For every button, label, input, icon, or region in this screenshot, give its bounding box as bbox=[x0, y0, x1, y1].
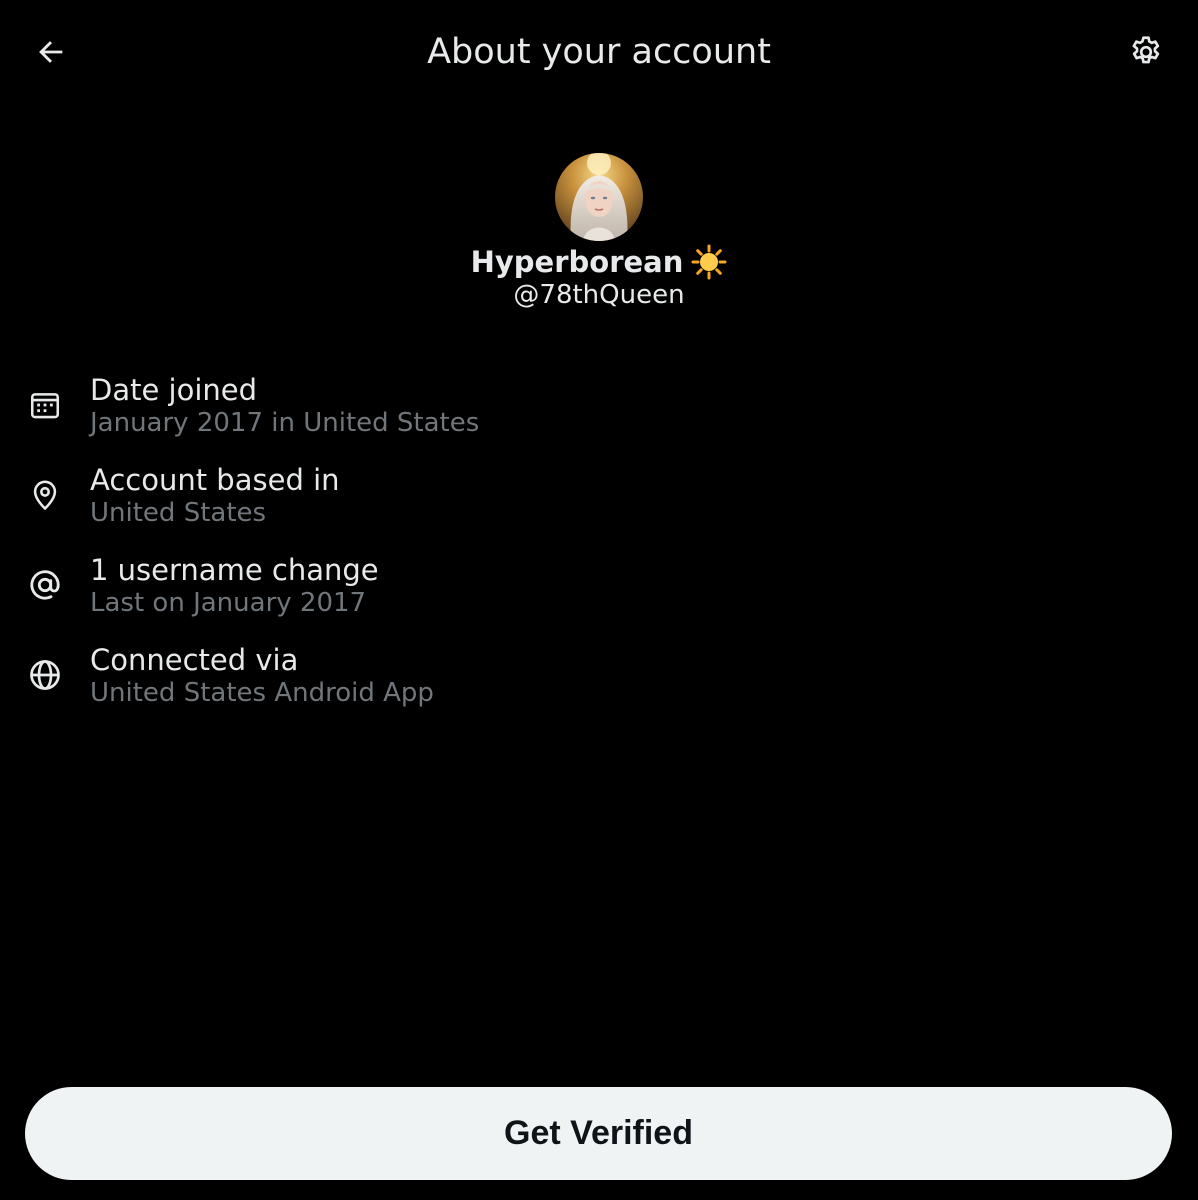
display-name-row: Hyperborean bbox=[0, 243, 1198, 281]
info-row-date-joined: Date joined January 2017 in United State… bbox=[0, 370, 1198, 460]
location-pin-icon bbox=[33, 480, 57, 511]
settings-button[interactable] bbox=[1120, 28, 1172, 76]
info-subtitle: United States Android App bbox=[90, 678, 434, 708]
info-title: 1 username change bbox=[90, 553, 379, 587]
info-subtitle: United States bbox=[90, 498, 267, 528]
get-verified-label: Get Verified bbox=[504, 1114, 693, 1152]
info-title: Date joined bbox=[90, 373, 258, 407]
calendar-icon bbox=[30, 393, 60, 419]
globe-icon bbox=[30, 660, 60, 690]
info-subtitle: Last on January 2017 bbox=[90, 588, 367, 618]
info-title: Account based in bbox=[90, 463, 340, 497]
info-row-account-based-in: Account based in United States bbox=[0, 460, 1198, 550]
at-sign-icon bbox=[30, 570, 60, 600]
top-app-bar: About your account bbox=[0, 0, 1198, 105]
sun-emoji-icon bbox=[691, 244, 727, 280]
info-row-connected-via: Connected via United States Android App bbox=[0, 640, 1198, 730]
page-title: About your account bbox=[427, 32, 771, 72]
info-subtitle: January 2017 in United States bbox=[90, 408, 480, 438]
get-verified-button[interactable]: Get Verified bbox=[25, 1087, 1172, 1180]
gear-icon bbox=[1132, 36, 1160, 64]
display-name: Hyperborean bbox=[470, 245, 684, 279]
account-info-list: Date joined January 2017 in United State… bbox=[0, 370, 1198, 730]
profile-avatar[interactable] bbox=[555, 153, 643, 241]
info-title: Connected via bbox=[90, 643, 299, 677]
profile-summary: Hyperborean @78thQueen bbox=[0, 153, 1198, 311]
info-row-username-change: 1 username change Last on January 2017 bbox=[0, 550, 1198, 640]
user-handle: @78thQueen bbox=[513, 280, 685, 310]
